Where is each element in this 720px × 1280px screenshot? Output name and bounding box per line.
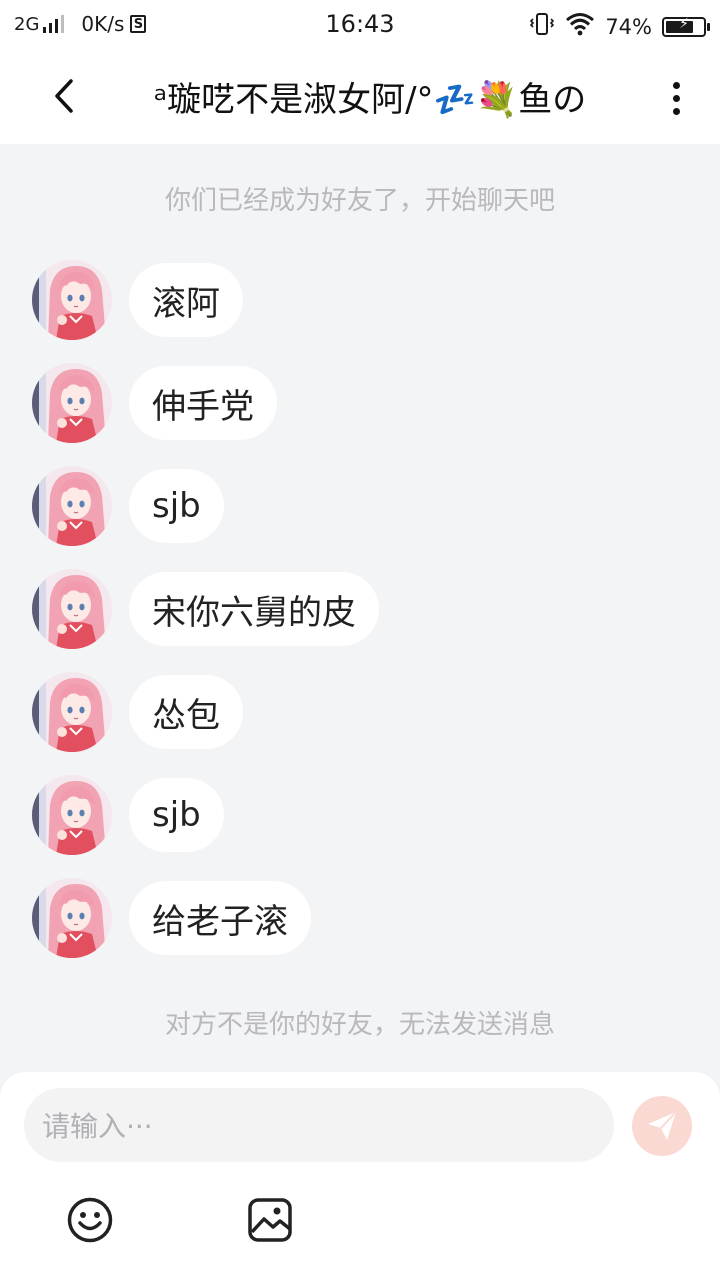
message-bubble[interactable]: 宋你六舅的皮 <box>129 572 379 646</box>
anime-avatar-image <box>32 260 112 340</box>
not-friend-notice: 对方不是你的好友，无法发送消息 <box>164 1010 555 1040</box>
chat-title: ᵃ璇呓不是淑女阿/°💤💐鱼の <box>153 80 587 120</box>
message-row: 给老子滚 <box>32 878 311 958</box>
message-bubble[interactable]: 怂包 <box>129 675 243 749</box>
avatar[interactable] <box>32 775 112 855</box>
battery-icon: ⚡ <box>662 16 710 37</box>
back-button[interactable] <box>40 72 88 120</box>
smiley-icon <box>67 1197 113 1243</box>
message-row: sjb <box>32 775 224 855</box>
message-bubble[interactable]: sjb <box>129 778 224 852</box>
anime-avatar-image <box>32 466 112 546</box>
message-input[interactable]: 请输入··· <box>24 1088 614 1162</box>
message-bubble[interactable]: sjb <box>129 469 224 543</box>
send-button[interactable] <box>632 1096 692 1156</box>
status-bar: 2G 0K/s S 16:43 74% ⚡ <box>0 0 720 50</box>
paper-plane-icon <box>648 1111 677 1140</box>
wifi-icon <box>565 12 595 41</box>
message-row: 伸手党 <box>32 363 277 443</box>
chat-header: ᵃ璇呓不是淑女阿/°💤💐鱼の <box>0 50 720 144</box>
avatar[interactable] <box>32 878 112 958</box>
emoji-button[interactable] <box>66 1196 114 1244</box>
input-panel: 请输入··· <box>0 1072 720 1280</box>
vibrate-icon <box>529 12 555 41</box>
anime-avatar-image <box>32 878 112 958</box>
message-bubble[interactable]: 滚阿 <box>129 263 243 337</box>
message-row: sjb <box>32 466 224 546</box>
chevron-left-icon <box>55 79 73 113</box>
message-row: 宋你六舅的皮 <box>32 569 379 649</box>
anime-avatar-image <box>32 775 112 855</box>
avatar[interactable] <box>32 672 112 752</box>
avatar[interactable] <box>32 466 112 546</box>
friend-notice: 你们已经成为好友了，开始聊天吧 <box>164 186 555 216</box>
more-options-button[interactable] <box>656 74 696 122</box>
message-bubble[interactable]: 给老子滚 <box>129 881 311 955</box>
message-row: 滚阿 <box>32 260 243 340</box>
avatar[interactable] <box>32 260 112 340</box>
anime-avatar-image <box>32 569 112 649</box>
anime-avatar-image <box>32 672 112 752</box>
image-icon <box>248 1198 292 1242</box>
image-button[interactable] <box>246 1196 294 1244</box>
more-vertical-icon <box>672 81 680 89</box>
battery-percent: 74% <box>605 14 652 39</box>
avatar[interactable] <box>32 363 112 443</box>
message-row: 怂包 <box>32 672 243 752</box>
status-right: 74% ⚡ <box>519 12 710 41</box>
anime-avatar-image <box>32 363 112 443</box>
avatar[interactable] <box>32 569 112 649</box>
message-bubble[interactable]: 伸手党 <box>129 366 277 440</box>
